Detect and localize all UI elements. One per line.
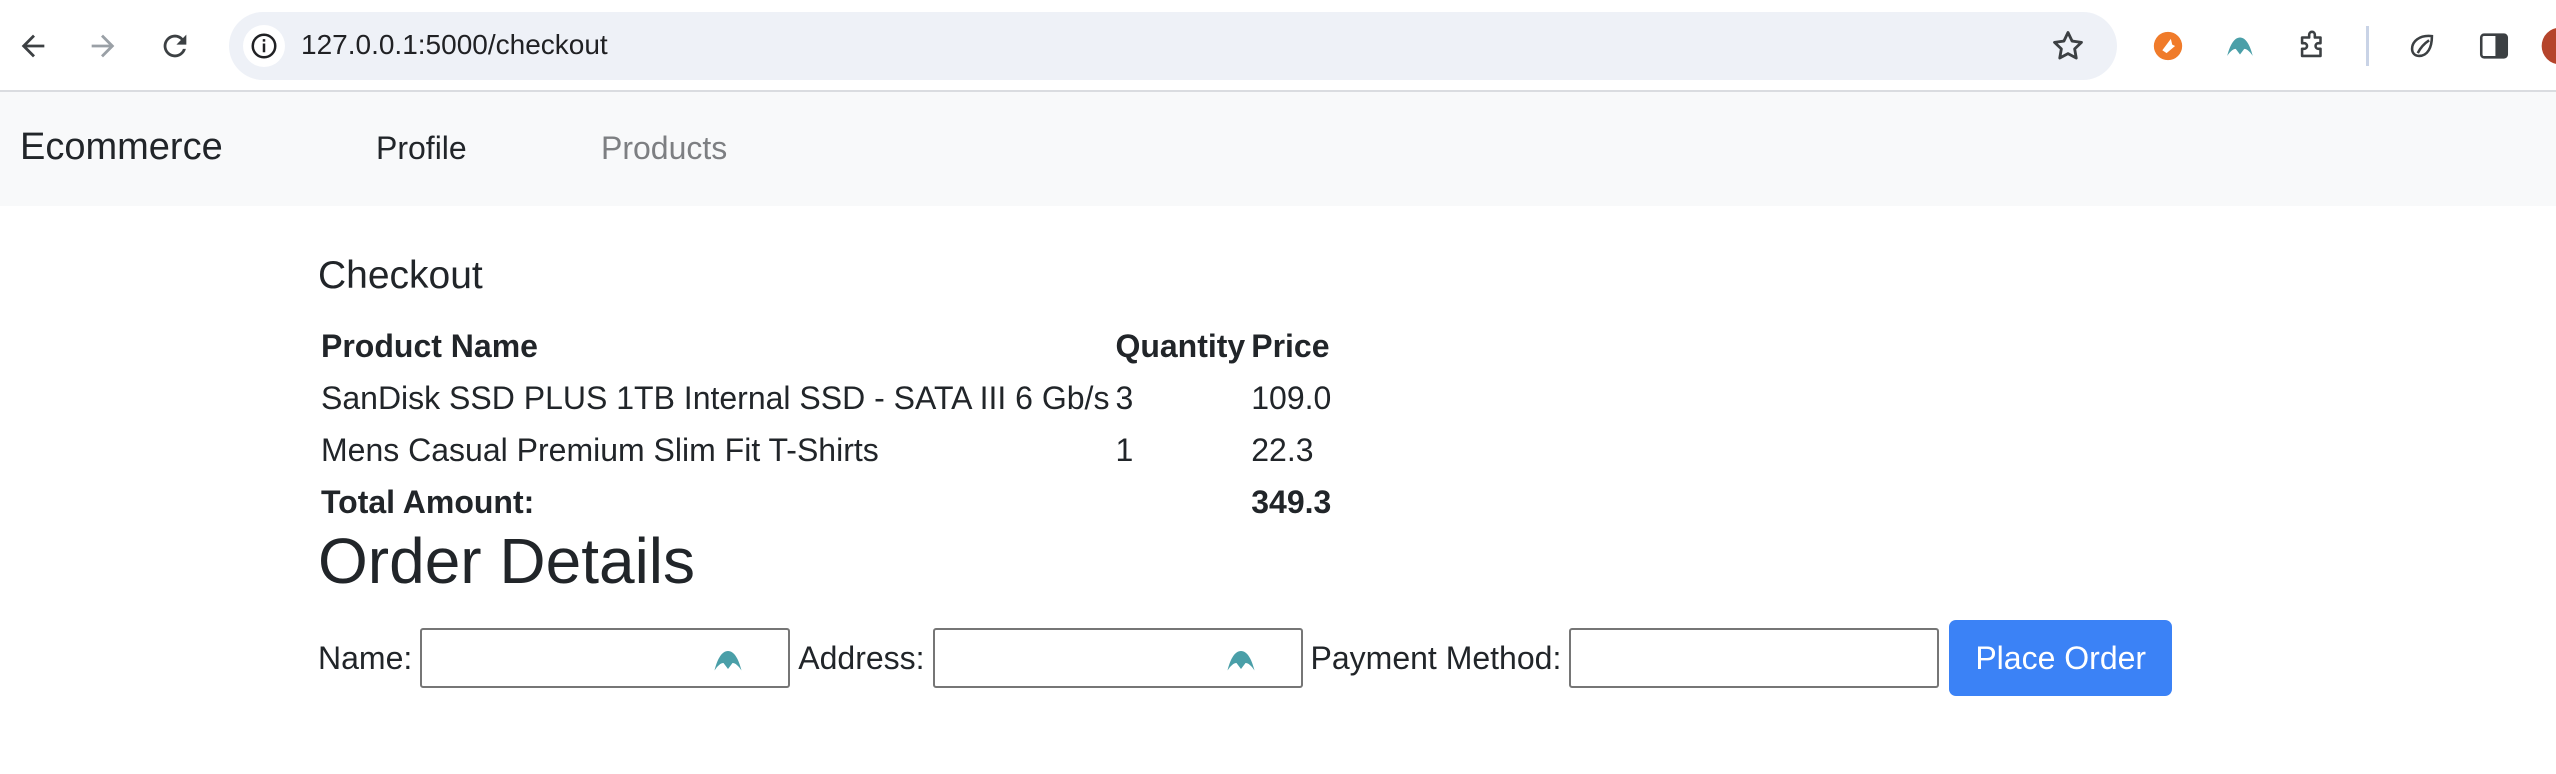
total-row: Total Amount: 349.3 xyxy=(318,476,1334,528)
address-label: Address: xyxy=(798,639,925,676)
performance-icon[interactable] xyxy=(2400,24,2444,68)
url-text: 127.0.0.1:5000/checkout xyxy=(301,29,608,60)
forward-button[interactable] xyxy=(78,21,128,71)
table-row: Mens Casual Premium Slim Fit T-Shirts 1 … xyxy=(318,424,1334,476)
extensions-puzzle-icon[interactable] xyxy=(2290,24,2334,68)
bookmark-star-icon[interactable] xyxy=(2049,27,2087,65)
reload-icon xyxy=(163,34,187,58)
payment-field-wrapper xyxy=(1569,628,1940,688)
payment-method-input[interactable] xyxy=(1571,630,1938,686)
site-info-icon[interactable] xyxy=(243,25,285,67)
order-form: Name: Address: Payment Method: Place Ord… xyxy=(318,618,2173,698)
name-field-wrapper xyxy=(420,628,791,688)
extension-orange-icon[interactable] xyxy=(2146,24,2190,68)
column-header-price: Price xyxy=(1251,327,1330,364)
column-header-product-name: Product Name xyxy=(321,327,538,364)
cart-table: Product Name Quantity Price SanDisk SSD … xyxy=(318,320,1334,528)
autofill-extension-icon[interactable] xyxy=(710,642,746,678)
quantity-cell: 1 xyxy=(1115,431,1134,468)
column-header-quantity: Quantity xyxy=(1115,327,1246,364)
price-cell: 109.0 xyxy=(1251,379,1332,416)
name-label: Name: xyxy=(318,639,413,676)
table-header-row: Product Name Quantity Price xyxy=(318,320,1334,372)
extension-teal-icon[interactable] xyxy=(2218,24,2262,68)
total-label: Total Amount: xyxy=(321,483,535,520)
product-name-cell: SanDisk SSD PLUS 1TB Internal SSD - SATA… xyxy=(321,379,1110,416)
forward-arrow-icon xyxy=(91,34,115,58)
quantity-cell: 3 xyxy=(1115,379,1134,416)
place-order-button[interactable]: Place Order xyxy=(1949,620,2173,696)
order-details-title: Order Details xyxy=(318,525,695,597)
payment-method-label: Payment Method: xyxy=(1310,639,1562,676)
profile-avatar[interactable] xyxy=(2538,24,2556,68)
product-name-cell: Mens Casual Premium Slim Fit T-Shirts xyxy=(321,431,879,468)
site-navbar: Ecommerce Profile Products xyxy=(0,92,2556,206)
toolbar-separator xyxy=(2366,26,2369,66)
browser-toolbar: 127.0.0.1:5000/checkout xyxy=(0,0,2556,92)
navbar-brand[interactable]: Ecommerce xyxy=(20,126,223,169)
nav-link-products[interactable]: Products xyxy=(601,130,727,167)
address-bar[interactable]: 127.0.0.1:5000/checkout xyxy=(229,12,2117,80)
price-cell: 22.3 xyxy=(1251,431,1314,468)
reload-button[interactable] xyxy=(150,21,200,71)
checkout-title: Checkout xyxy=(318,254,483,297)
total-value: 349.3 xyxy=(1251,483,1332,520)
autofill-extension-icon[interactable] xyxy=(1223,642,1259,678)
address-field-wrapper xyxy=(932,628,1303,688)
total-spacer xyxy=(1112,476,1248,528)
nav-link-profile[interactable]: Profile xyxy=(376,130,467,167)
back-button[interactable] xyxy=(8,21,58,71)
back-arrow-icon xyxy=(21,34,45,58)
table-row: SanDisk SSD PLUS 1TB Internal SSD - SATA… xyxy=(318,372,1334,424)
side-panel-icon[interactable] xyxy=(2472,24,2516,68)
